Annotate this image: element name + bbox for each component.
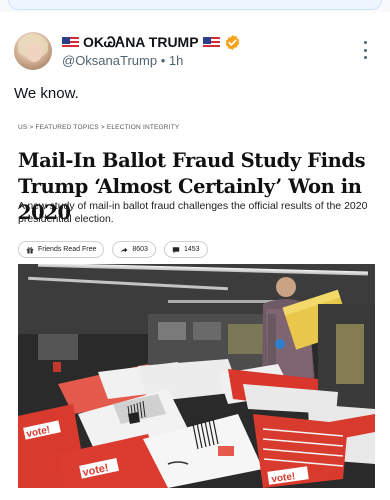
share-arrow-icon <box>121 247 128 253</box>
article-photo[interactable]: vote! vote! vote! <box>18 264 375 488</box>
author-handle-row: @OksanaTrump • 1h <box>62 53 183 68</box>
article-card[interactable]: US > FEATURED TOPICS > ELECTION INTEGRIT… <box>10 110 380 495</box>
comments-button[interactable]: 1453 <box>163 241 208 258</box>
friends-read-free-button[interactable]: Friends Read Free <box>18 241 105 258</box>
comment-icon <box>172 246 180 253</box>
more-options-icon[interactable] <box>360 41 370 59</box>
avatar-face <box>26 44 42 62</box>
tweet-text: We know. <box>14 85 79 102</box>
us-flag-icon <box>202 36 220 49</box>
author-handle[interactable]: @OksanaTrump <box>62 53 157 68</box>
share-button[interactable]: 8603 <box>112 241 156 258</box>
us-flag-icon <box>62 36 79 49</box>
article-subhead: A new study of mail-in ballot fraud chal… <box>18 200 368 225</box>
avatar[interactable] <box>14 32 52 70</box>
breadcrumb-item[interactable]: US <box>18 124 27 131</box>
top-strip <box>0 0 390 12</box>
breadcrumb-item[interactable]: FEATURED TOPICS <box>35 124 98 131</box>
verified-badge-icon <box>225 35 239 50</box>
breadcrumb-item[interactable]: ELECTION INTEGRITY <box>107 124 180 131</box>
post-time[interactable]: 1h <box>169 53 183 68</box>
ballot-photo-illustration: vote! vote! vote! <box>18 264 375 488</box>
gift-icon <box>26 246 34 253</box>
author-display-name[interactable]: OKᏊᎪNA TRUMP <box>83 34 199 51</box>
article-actions: Friends Read Free 8603 1453 <box>18 241 208 258</box>
author-name-row[interactable]: OKᏊᎪNA TRUMP <box>62 34 241 51</box>
comment-count: 1453 <box>183 246 200 253</box>
share-count: 8603 <box>132 246 148 253</box>
dot-separator: • <box>160 53 169 68</box>
friends-read-free-label: Friends Read Free <box>38 246 97 253</box>
top-pill[interactable] <box>8 0 382 10</box>
breadcrumb: US > FEATURED TOPICS > ELECTION INTEGRIT… <box>18 124 179 131</box>
